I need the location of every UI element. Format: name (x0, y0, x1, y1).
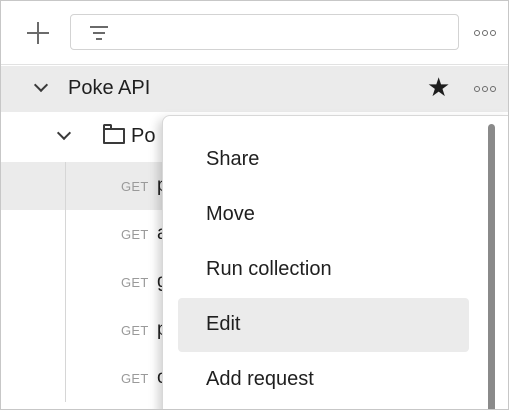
indent-guide (65, 258, 66, 306)
menu-item-label: Share (206, 148, 260, 170)
collection-row[interactable]: Poke API ★ (1, 66, 508, 112)
search-filter-input[interactable] (70, 14, 459, 50)
more-dots-icon[interactable] (474, 30, 496, 36)
chevron-down-icon[interactable] (33, 77, 49, 93)
indent-guide (65, 210, 66, 258)
method-badge: GET (121, 323, 149, 338)
method-badge: GET (121, 227, 149, 242)
method-badge: GET (121, 179, 149, 194)
menu-item-label: Edit (206, 313, 241, 335)
menu-item-move[interactable]: Move (178, 188, 469, 242)
filter-icon[interactable] (89, 24, 109, 42)
menu-item-label: Move (206, 203, 255, 225)
indent-guide (65, 306, 66, 354)
collection-name: Poke API (68, 77, 151, 99)
menu-scrollbar[interactable] (488, 124, 495, 409)
menu-item-label: Run collection (206, 258, 332, 280)
chevron-down-icon[interactable] (56, 125, 72, 141)
collections-sidebar: Poke API ★ Po GET p GET a GET g GET p GE… (0, 0, 509, 410)
context-menu: Share Move Run collection Edit Add reque… (162, 115, 508, 409)
plus-icon[interactable] (25, 20, 51, 46)
menu-item-add-request[interactable]: Add request (178, 353, 469, 407)
method-badge: GET (121, 275, 149, 290)
folder-name: Po (131, 125, 156, 147)
indent-guide (65, 354, 66, 402)
menu-item-share[interactable]: Share (178, 133, 469, 187)
menu-item-edit[interactable]: Edit (178, 298, 469, 352)
menu-item-run-collection[interactable]: Run collection (178, 243, 469, 297)
indent-guide (65, 162, 66, 210)
star-icon[interactable]: ★ (427, 74, 450, 100)
more-dots-icon[interactable] (474, 86, 496, 92)
folder-icon (103, 124, 125, 144)
sidebar-toolbar (1, 1, 508, 65)
method-badge: GET (121, 371, 149, 386)
menu-item-label: Add request (206, 368, 314, 390)
